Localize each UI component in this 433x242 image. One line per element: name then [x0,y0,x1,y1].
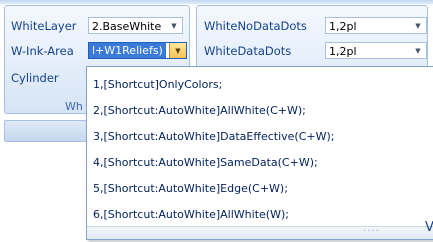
chevron-down-icon[interactable]: ▼ [166,18,182,33]
white-no-data-dots-row: WhiteNoDataDots 1,2pl ▼ [204,16,427,36]
w-ink-area-combo[interactable]: l+W1Reliefs) ▼ [88,42,187,59]
cylinder-row: Cylinder [11,68,91,88]
w-ink-area-value[interactable]: l+W1Reliefs) [89,43,166,58]
white-data-dots-combo[interactable]: 1,2pl ▼ [325,42,427,59]
dropdown-option[interactable]: 1,[Shortcut]OnlyColors; [93,75,222,95]
white-no-data-dots-label: WhiteNoDataDots [204,19,307,33]
w-ink-area-label: W-Ink-Area [11,44,74,58]
dropdown-option[interactable]: 4,[Shortcut:AutoWhite]SameData(C+W); [93,153,318,173]
white-data-dots-label: WhiteDataDots [204,44,292,58]
chevron-down-icon[interactable]: ▼ [169,43,186,58]
cylinder-label: Cylinder [11,71,59,85]
dropdown-option[interactable]: 5,[Shortcut:AutoWhite]Edge(C+W); [93,179,288,199]
dropdown-option[interactable]: 6,[Shortcut:AutoWhite]AllWhite(W); [93,205,289,225]
dropdown-option[interactable]: 2,[Shortcut:AutoWhite]AllWhite(C+W); [93,101,306,121]
edge-letter: V [425,220,433,235]
w-ink-area-dropdown-list: 1,[Shortcut]OnlyColors; 2,[Shortcut:Auto… [86,66,433,240]
white-layer-row: WhiteLayer 2.BaseWhite ▼ [11,16,186,36]
chevron-down-icon[interactable]: ▼ [410,18,426,33]
white-no-data-dots-combo[interactable]: 1,2pl ▼ [325,17,427,34]
white-layer-value: 2.BaseWhite [92,20,162,33]
resize-grip[interactable]: .... [87,223,433,239]
white-layer-label: WhiteLayer [11,19,77,33]
ribbon-top-strip [0,0,433,4]
white-layer-combo[interactable]: 2.BaseWhite ▼ [88,17,183,34]
group-caption: Wh [65,100,83,113]
w-ink-area-row: W-Ink-Area l+W1Reliefs) ▼ [11,41,187,61]
ribbon-lower-bar [4,120,90,142]
dropdown-option[interactable]: 3,[Shortcut:AutoWhite]DataEffective(C+W)… [93,127,334,147]
resize-grip-dots: .... [363,223,380,234]
chevron-down-icon[interactable]: ▼ [410,43,426,58]
white-no-data-dots-value: 1,2pl [329,20,357,33]
white-data-dots-row: WhiteDataDots 1,2pl ▼ [204,41,427,61]
white-data-dots-value: 1,2pl [329,45,357,58]
